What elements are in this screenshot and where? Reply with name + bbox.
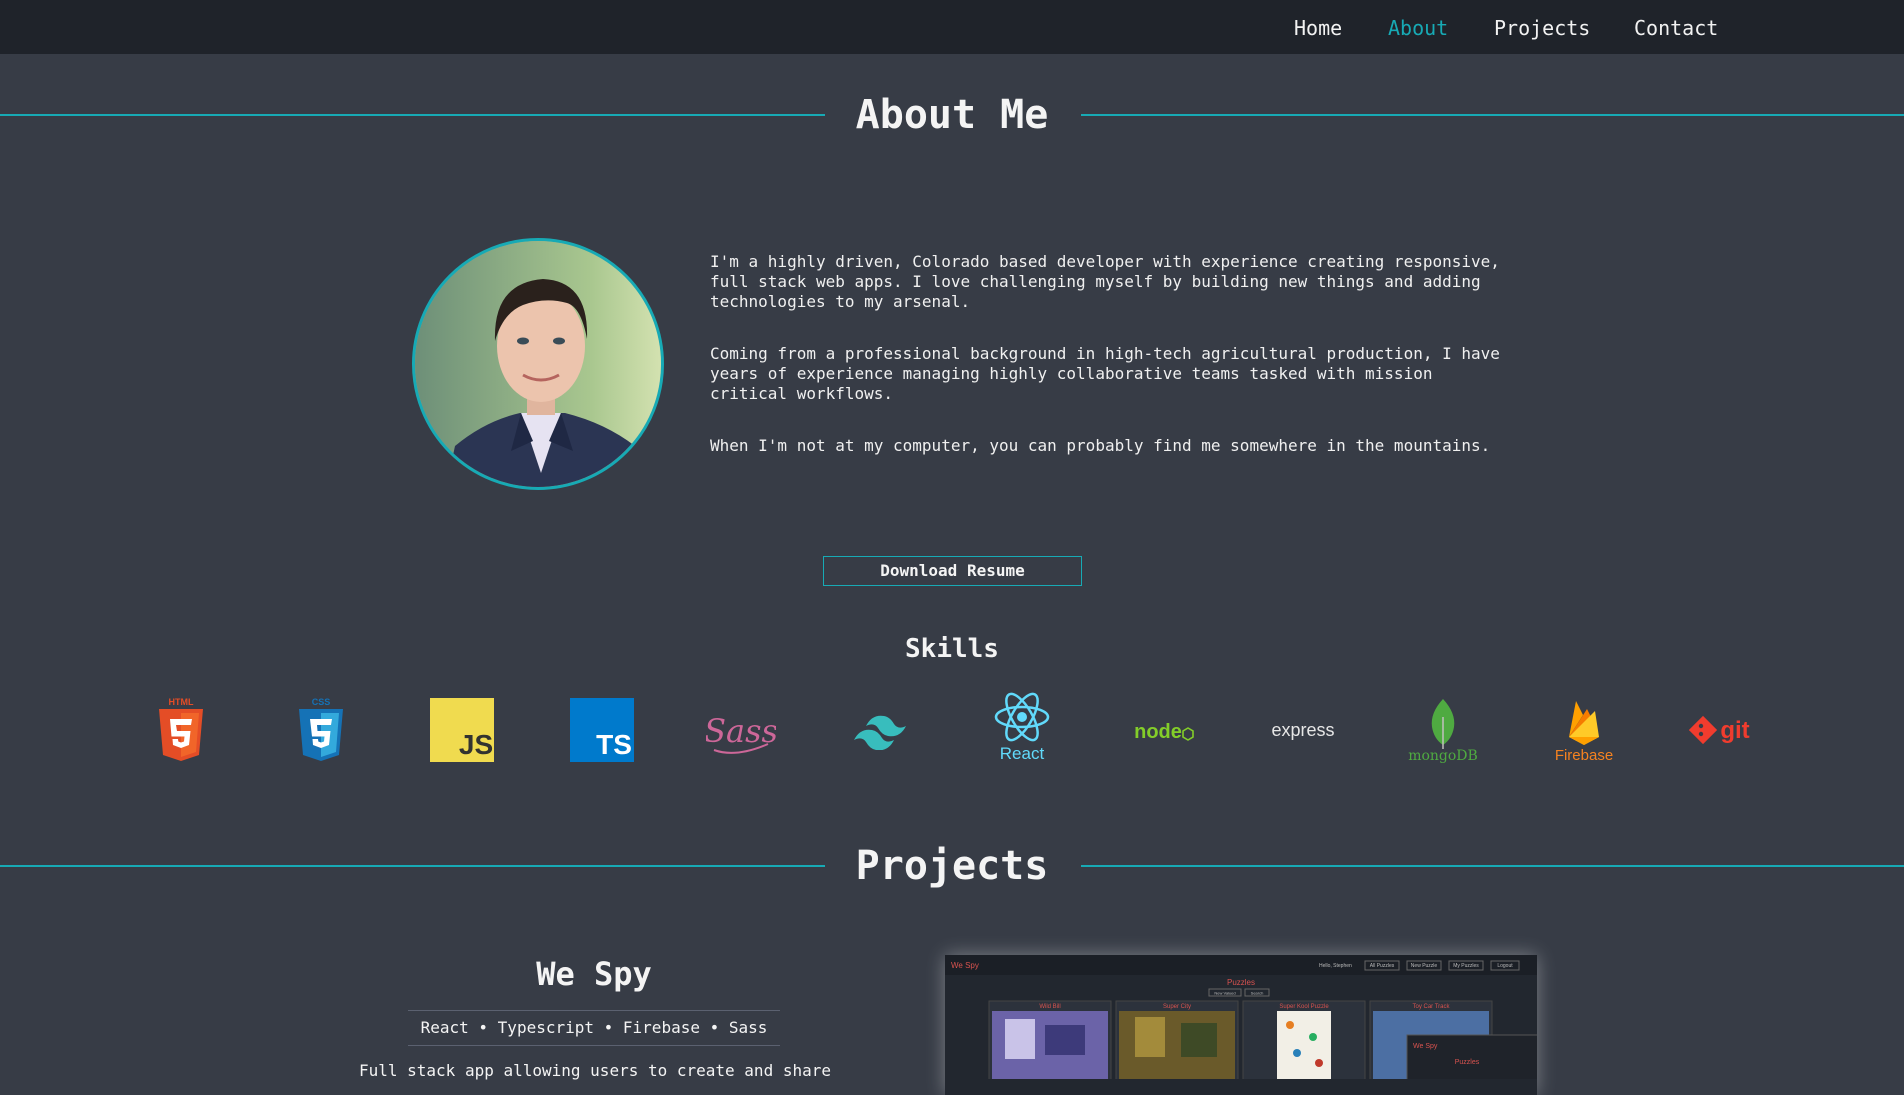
profile-photo-illustration <box>415 241 661 487</box>
svg-text:My Puzzles: My Puzzles <box>1453 963 1479 969</box>
tech-tag: Typescript <box>497 1018 594 1037</box>
project-screenshot[interactable]: We Spy Hello, Stephen All Puzzles New Pu… <box>945 955 1556 1095</box>
projects-section-title: Projects <box>855 843 1049 889</box>
mongodb-icon: mongoDB <box>1408 695 1478 765</box>
nav-about-link[interactable]: About <box>1388 16 1448 40</box>
express-icon: express <box>1268 695 1338 765</box>
bullet-separator: • <box>603 1018 623 1037</box>
svg-text:mongoDB: mongoDB <box>1408 748 1478 763</box>
svg-text:Puzzles: Puzzles <box>1455 1059 1480 1066</box>
about-title-row: About Me <box>0 85 1904 145</box>
download-resume-button[interactable]: Download Resume <box>823 556 1082 586</box>
svg-text:Toy Car Track: Toy Car Track <box>1412 1004 1450 1010</box>
projects-title-row: Projects <box>0 836 1904 896</box>
svg-text:Search: Search <box>1251 991 1264 996</box>
svg-text:node: node <box>1134 721 1182 743</box>
javascript-icon: JS <box>427 695 497 765</box>
nav-home-link[interactable]: Home <box>1294 16 1342 40</box>
svg-text:git: git <box>1720 717 1749 744</box>
bullet-separator: • <box>709 1018 729 1037</box>
git-icon: git <box>1689 695 1759 765</box>
project-description: Full stack app allowing users to create … <box>358 1061 831 1080</box>
firebase-icon: Firebase <box>1549 695 1619 765</box>
svg-text:express: express <box>1271 720 1334 740</box>
bio-paragraph-2: Coming from a professional background in… <box>710 344 1500 403</box>
svg-text:Super City: Super City <box>1163 1004 1191 1010</box>
nav-contact-link[interactable]: Contact <box>1634 16 1718 40</box>
top-navbar: Home About Projects Contact <box>0 0 1904 54</box>
svg-text:New Valued: New Valued <box>1214 991 1235 996</box>
svg-text:HTML: HTML <box>169 697 194 707</box>
svg-text:JS: JS <box>459 729 493 760</box>
tech-tag: Sass <box>728 1018 768 1037</box>
project-screenshot-preview: We Spy Hello, Stephen All Puzzles New Pu… <box>945 955 1556 1082</box>
svg-text:TS: TS <box>596 729 632 760</box>
svg-text:Hello, Stephen: Hello, Stephen <box>1319 963 1352 969</box>
skills-title: Skills <box>905 634 999 664</box>
nav-projects-link[interactable]: Projects <box>1494 16 1590 40</box>
svg-text:Firebase: Firebase <box>1555 747 1613 763</box>
bio-paragraph-3: When I'm not at my computer, you can pro… <box>710 436 1491 455</box>
svg-text:All Puzzles: All Puzzles <box>1370 963 1395 969</box>
svg-text:Puzzles: Puzzles <box>1227 978 1255 987</box>
bio-paragraph-1: I'm a highly driven, Colorado based deve… <box>710 252 1500 311</box>
css3-icon: CSS <box>286 695 356 765</box>
svg-text:We Spy: We Spy <box>1413 1043 1438 1050</box>
sass-icon: Sass <box>706 695 776 765</box>
typescript-icon: TS <box>567 695 637 765</box>
svg-text:We Spy: We Spy <box>951 961 979 970</box>
svg-text:New Puzzle: New Puzzle <box>1411 963 1438 969</box>
react-icon: React <box>987 692 1057 763</box>
node-icon: node <box>1128 695 1198 765</box>
svg-text:CSS: CSS <box>312 697 331 707</box>
project-tech-list: React • Typescript • Firebase • Sass <box>408 1010 780 1046</box>
tech-tag: React <box>420 1018 469 1037</box>
project-title: We Spy <box>536 955 652 993</box>
bullet-separator: • <box>478 1018 498 1037</box>
tailwind-icon <box>846 695 916 765</box>
tech-tag: Firebase <box>622 1018 700 1037</box>
svg-text:Super Kool Puzzle: Super Kool Puzzle <box>1279 1004 1329 1010</box>
about-section-title: About Me <box>855 92 1049 138</box>
svg-text:Logout: Logout <box>1497 963 1513 969</box>
svg-text:Wild Bill: Wild Bill <box>1039 1004 1060 1010</box>
profile-photo <box>412 238 664 490</box>
html5-icon: HTML <box>146 695 216 765</box>
svg-text:React: React <box>1000 744 1045 763</box>
